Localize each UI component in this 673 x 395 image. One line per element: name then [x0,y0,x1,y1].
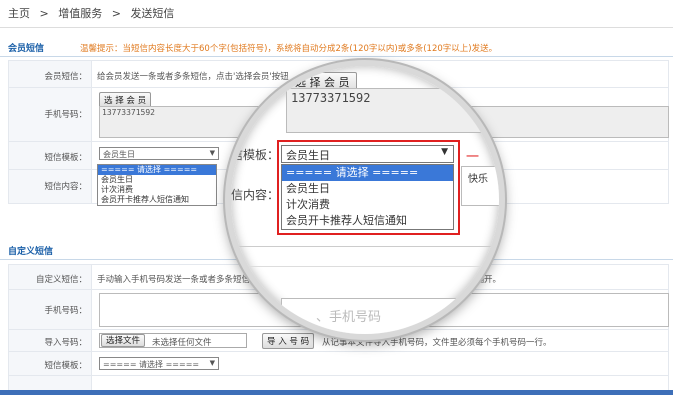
breadcrumb-separator: > [39,7,49,20]
row-label: 短信内容： [9,170,92,203]
breadcrumb-separator: > [111,7,121,20]
red-mark: 一 [466,150,480,165]
breadcrumb-service[interactable]: 增值服务 [58,7,102,20]
custom-template-select[interactable]: ===== 请选择 ===== ▼ [99,357,219,370]
row-label: 短信模板： [9,142,92,169]
custom-phone-textarea-magnified[interactable] [281,298,499,334]
dropdown-option[interactable]: 会员生日 [98,175,216,185]
bottom-bar [0,390,673,395]
row-label [9,376,92,390]
file-input[interactable]: 选择文件 未选择任何文件 [99,333,247,348]
template-label-magnified: 信模板： [231,148,280,162]
breadcrumb: 主页 > 增值服务 > 发送短信 [0,0,673,28]
template-dropdown-list[interactable]: ===== 请选择 ===== 会员生日 计次消费 会员开卡推荐人短信通知 [97,164,217,206]
dropdown-option[interactable]: 会员生日 [282,181,453,197]
magnifier-lens: 选 择 会 员 13773371592 一 信模板： 信内容： 快乐 会员生日 … [225,60,505,340]
row-label: 会员短信： [9,61,92,87]
breadcrumb-current: 发送短信 [130,7,175,20]
dropdown-option[interactable]: 计次消费 [282,197,453,213]
template-select[interactable]: 会员生日 ▼ [99,147,219,160]
import-numbers-button[interactable]: 导 入 号 码 [262,333,315,349]
row-description: 手动输入手机号码发送一条或者多条短信 [97,275,251,285]
chevron-down-icon: ▼ [209,359,215,367]
chevron-down-icon: ▼ [441,147,448,157]
phone-value: 13773371592 [102,108,155,117]
template-dropdown-list-magnified[interactable]: ===== 请选择 ===== 会员生日 计次消费 会员开卡推荐人短信通知 [281,164,454,230]
phone-value-magnified: 13773371592 [291,91,371,105]
partial-text-magnified: 、手机号码 [316,310,382,325]
dropdown-option[interactable]: 计次消费 [98,185,216,195]
breadcrumb-home[interactable]: 主页 [8,7,30,20]
member-sms-section-header: 会员短信 温馨提示：当短信内容长度大于60个字(包括符号)，系统将自动分成2条(… [0,37,673,57]
template-selected-value: ===== 请选择 ===== [103,360,200,369]
divider [231,266,499,267]
template-selected-value: 会员生日 [103,150,135,159]
row-label: 短信模板： [9,352,92,375]
custom-template-row: 短信模板： ===== 请选择 ===== ▼ [8,352,669,376]
content-label-magnified: 信内容： [231,188,280,202]
choose-file-button[interactable]: 选择文件 [101,334,146,347]
template-select-magnified[interactable]: 会员生日 ▼ [281,145,454,163]
no-file-text: 未选择任何文件 [152,338,212,348]
row-label: 手机号码： [9,88,92,141]
row-label: 导入号码： [9,330,92,351]
next-row-partial [8,376,669,390]
tip-text: 温馨提示：当短信内容长度大于60个字(包括符号)，系统将自动分成2条(120字以… [80,44,498,54]
dropdown-option[interactable]: 会员开卡推荐人短信通知 [282,213,453,229]
section-title: 自定义短信 [8,247,54,257]
dropdown-option[interactable]: ===== 请选择 ===== [282,165,453,181]
row-label: 自定义短信： [9,265,92,289]
template-selected-value: 会员生日 [286,149,330,162]
divider [231,246,499,247]
content-text-magnified: 快乐 [468,174,488,185]
row-label: 手机号码： [9,290,92,329]
chevron-down-icon: ▼ [209,149,215,157]
dropdown-option[interactable]: 会员开卡推荐人短信通知 [98,195,216,205]
section-title: 会员短信 [8,44,45,54]
dropdown-option[interactable]: ===== 请选择 ===== [98,165,216,175]
